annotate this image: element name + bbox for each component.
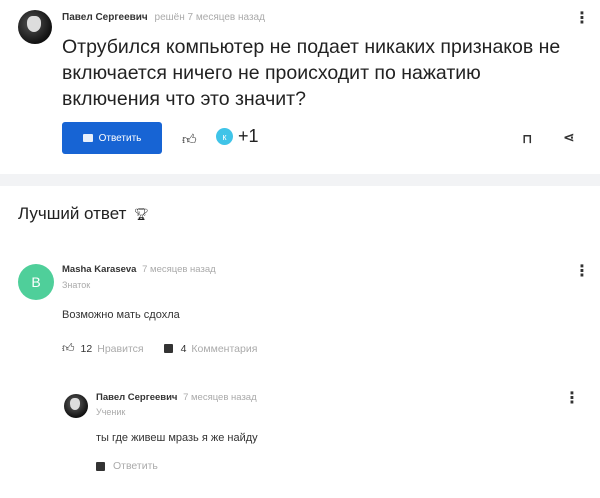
question-status-time: решён 7 месяцев назад	[154, 12, 265, 23]
comment-author-name[interactable]: Павел Сергеевич	[96, 392, 177, 403]
answer-button[interactable]: Ответить	[62, 122, 162, 154]
answer-meta: Masha Karaseva 7 месяцев назад	[62, 264, 216, 275]
answer-author-role: Знаток	[62, 280, 91, 290]
question-author-name[interactable]: Павел Сергеевич	[62, 12, 148, 23]
comments-link[interactable]: Комментария	[191, 343, 257, 355]
comment-author-role: Ученик	[96, 407, 126, 417]
comment-text: ты где живеш мразь я же найду	[96, 432, 258, 444]
thumbs-up-icon[interactable]: 👍︎	[62, 341, 75, 356]
answer-actions: 👍︎ 12 Нравится 4 Комментария	[62, 341, 257, 356]
comment-icon	[96, 461, 105, 471]
comment-time: 7 месяцев назад	[183, 392, 257, 403]
question-meta: Павел Сергеевич решён 7 месяцев назад	[62, 12, 265, 23]
answer-time: 7 месяцев назад	[142, 264, 216, 275]
question-menu-icon[interactable]: ⋮	[574, 10, 590, 28]
question-card: Павел Сергеевич решён 7 месяцев назад ⋮ …	[0, 0, 600, 174]
comment-menu-icon[interactable]: ⋮	[564, 390, 580, 408]
comment-reply-button[interactable]: Ответить	[96, 460, 158, 472]
bookmark-icon[interactable]: ⊓	[522, 131, 532, 147]
answer-menu-icon[interactable]: ⋮	[574, 263, 590, 281]
comment-meta: Павел Сергеевич 7 месяцев назад	[96, 392, 257, 403]
comments-count: 4	[180, 342, 187, 355]
best-answer-title: Лучший ответ	[18, 204, 127, 223]
section-divider	[0, 174, 600, 186]
share-icon[interactable]: ⋖	[563, 129, 575, 146]
best-answer-heading: Лучший ответ 🏆︎	[18, 204, 149, 224]
user-badge[interactable]: к	[216, 128, 233, 145]
comment-reply-label: Ответить	[113, 460, 158, 472]
answer-button-label: Ответить	[98, 132, 142, 144]
likes-count: 12	[80, 342, 93, 355]
like-button[interactable]: Нравится	[97, 343, 143, 355]
trophy-icon: 🏆︎	[133, 207, 149, 221]
thumbs-up-icon[interactable]: 👍︎	[182, 131, 197, 148]
plus-count: +1	[238, 126, 259, 146]
comment-icon	[82, 134, 93, 142]
question-text: Отрубился компьютер не подает никаких пр…	[62, 36, 561, 110]
answer-author-avatar[interactable]: В	[18, 264, 54, 300]
answer-text: Возможно мать сдохла	[62, 309, 180, 321]
comment-icon	[163, 344, 173, 353]
question-author-avatar[interactable]	[18, 10, 52, 44]
answer-author-name[interactable]: Masha Karaseva	[62, 264, 136, 275]
comment-author-avatar[interactable]	[64, 394, 88, 418]
